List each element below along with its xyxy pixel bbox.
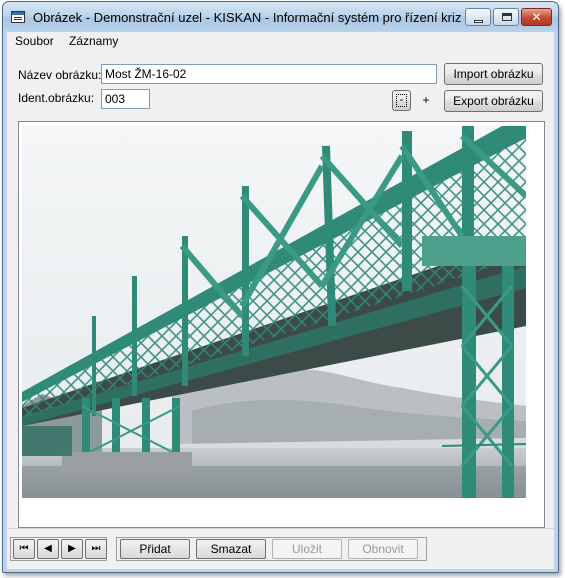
- close-icon: ✕: [531, 10, 542, 24]
- record-actions: Přidat Smazat Uložit Obnovit: [116, 537, 427, 561]
- image-name-input[interactable]: [101, 64, 437, 84]
- minimize-button[interactable]: [465, 8, 491, 26]
- restore-button[interactable]: Obnovit: [348, 539, 418, 559]
- zoom-in-button[interactable]: +: [416, 90, 436, 111]
- menu-soubor[interactable]: Soubor: [15, 34, 54, 48]
- import-image-button[interactable]: Import obrázku: [444, 63, 543, 85]
- window-title: Obrázek - Demonstrační uzel - KISKAN - I…: [33, 10, 461, 25]
- close-button[interactable]: ✕: [521, 8, 552, 26]
- export-image-button[interactable]: Export obrázku: [444, 90, 543, 112]
- menu-zaznamy[interactable]: Záznamy: [69, 34, 118, 48]
- previous-record-icon[interactable]: ◀: [37, 539, 59, 559]
- image-ident-label: Ident.obrázku:: [18, 91, 95, 105]
- add-button[interactable]: Přidat: [120, 539, 190, 559]
- maximize-icon: [502, 13, 512, 21]
- bridge-photo: [22, 126, 526, 498]
- menu-bar: Soubor Záznamy: [7, 32, 554, 50]
- focus-rect: [396, 94, 407, 107]
- minimize-icon: [474, 20, 483, 23]
- zoom-out-button[interactable]: -: [392, 90, 411, 111]
- image-window: Obrázek - Demonstrační uzel - KISKAN - I…: [2, 1, 559, 573]
- last-record-icon[interactable]: ⏭: [85, 539, 107, 559]
- maximize-button[interactable]: [493, 8, 519, 26]
- record-navigator: ⏮ ◀ ▶ ⏭: [10, 537, 107, 561]
- separator: [7, 528, 554, 529]
- image-view: [18, 121, 545, 528]
- next-record-icon[interactable]: ▶: [61, 539, 83, 559]
- app-icon: [11, 11, 25, 23]
- save-button[interactable]: Uložit: [272, 539, 342, 559]
- image-name-label: Název obrázku:: [18, 68, 102, 82]
- form-body: Název obrázku: Import obrázku Ident.obrá…: [7, 50, 554, 569]
- title-bar[interactable]: Obrázek - Demonstrační uzel - KISKAN - I…: [3, 2, 558, 32]
- image-ident-input[interactable]: [101, 89, 150, 109]
- first-record-icon[interactable]: ⏮: [13, 539, 35, 559]
- delete-button[interactable]: Smazat: [196, 539, 266, 559]
